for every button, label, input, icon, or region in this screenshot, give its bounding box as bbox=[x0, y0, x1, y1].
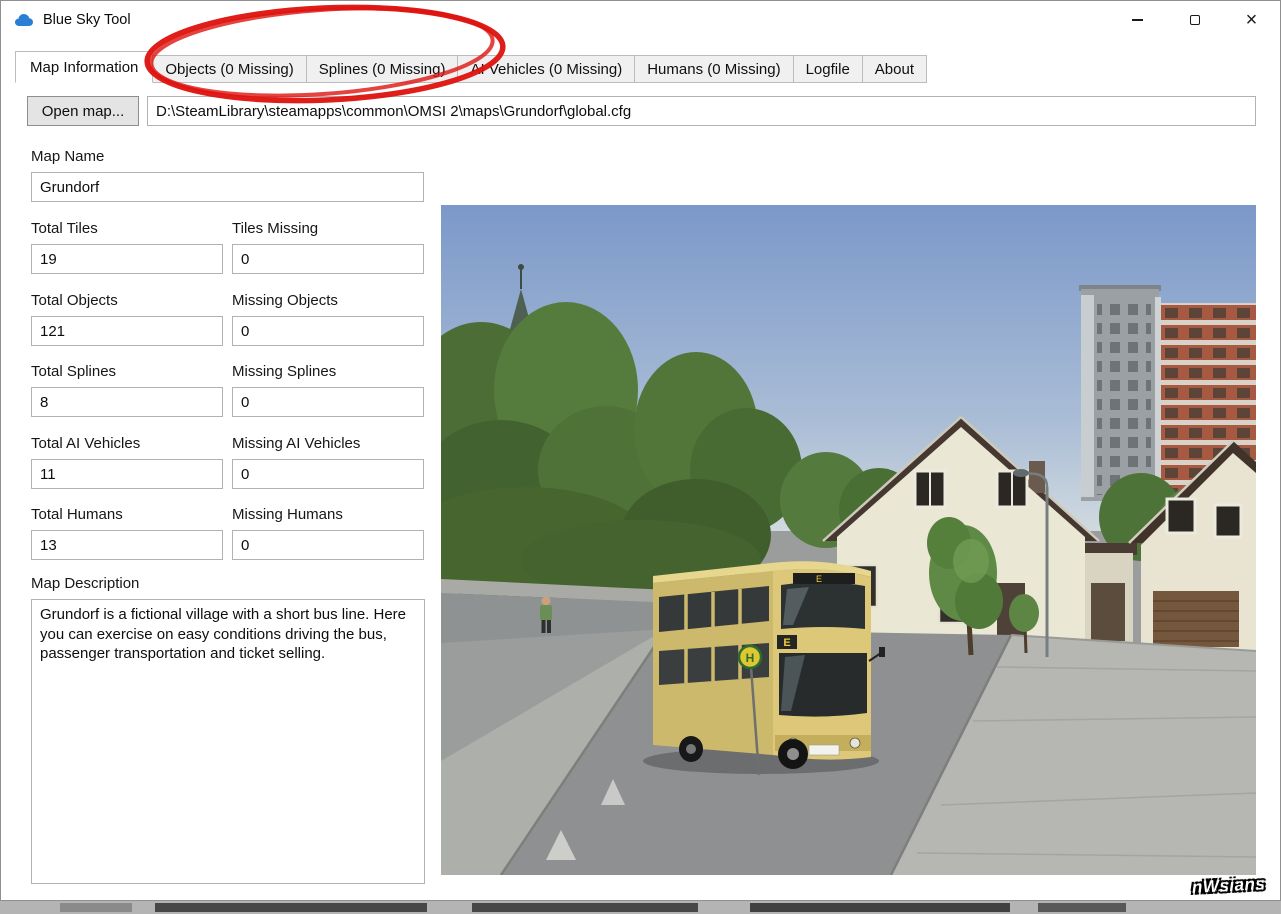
map-path-input[interactable] bbox=[147, 96, 1256, 126]
total-ai-vehicles-label: Total AI Vehicles bbox=[31, 435, 140, 452]
tab-objects[interactable]: Objects (0 Missing) bbox=[153, 55, 306, 83]
map-screenshot: E E H bbox=[441, 205, 1256, 875]
taskbar-segment bbox=[472, 903, 698, 912]
taskbar-segment bbox=[155, 903, 427, 912]
watermark: nWsians bbox=[1191, 874, 1265, 898]
taskbar-strip bbox=[0, 901, 1281, 914]
total-objects-input[interactable] bbox=[31, 316, 223, 346]
total-tiles-label: Total Tiles bbox=[31, 220, 98, 237]
total-ai-vehicles-input[interactable] bbox=[31, 459, 223, 489]
total-tiles-input[interactable] bbox=[31, 244, 223, 274]
maximize-button[interactable] bbox=[1166, 1, 1223, 39]
taskbar-segment bbox=[750, 903, 1010, 912]
missing-objects-input[interactable] bbox=[232, 316, 424, 346]
bus-destination-display: E bbox=[816, 574, 822, 584]
open-map-button[interactable]: Open map... bbox=[27, 96, 139, 126]
tab-bar: Map Information Objects (0 Missing) Spli… bbox=[15, 51, 927, 83]
window-controls: × bbox=[1109, 1, 1280, 39]
missing-humans-label: Missing Humans bbox=[232, 506, 343, 523]
map-description-label: Map Description bbox=[31, 575, 139, 592]
map-name-input[interactable] bbox=[31, 172, 424, 202]
tab-splines[interactable]: Splines (0 Missing) bbox=[307, 55, 459, 83]
missing-humans-input[interactable] bbox=[232, 530, 424, 560]
screenshot-root: Blue Sky Tool × Map Information Objects … bbox=[0, 0, 1281, 914]
tab-humans[interactable]: Humans (0 Missing) bbox=[635, 55, 793, 83]
map-name-label: Map Name bbox=[31, 148, 104, 165]
map-screenshot-scene: E E H bbox=[441, 205, 1256, 875]
tab-logfile[interactable]: Logfile bbox=[794, 55, 863, 83]
minimize-button[interactable] bbox=[1109, 1, 1166, 39]
window-title: Blue Sky Tool bbox=[43, 12, 131, 28]
missing-ai-vehicles-input[interactable] bbox=[232, 459, 424, 489]
total-humans-input[interactable] bbox=[31, 530, 223, 560]
missing-splines-label: Missing Splines bbox=[232, 363, 336, 380]
tab-ai-vehicles[interactable]: AI Vehicles (0 Missing) bbox=[458, 55, 635, 83]
taskbar-segment bbox=[60, 903, 132, 912]
bus-stop-sign: H bbox=[746, 651, 755, 665]
cloud-icon bbox=[14, 13, 34, 27]
total-objects-label: Total Objects bbox=[31, 292, 118, 309]
tiles-missing-input[interactable] bbox=[232, 244, 424, 274]
maximize-icon bbox=[1190, 15, 1200, 25]
missing-objects-label: Missing Objects bbox=[232, 292, 338, 309]
total-splines-input[interactable] bbox=[31, 387, 223, 417]
close-icon: × bbox=[1246, 10, 1258, 30]
tab-map-information[interactable]: Map Information bbox=[15, 51, 153, 83]
close-button[interactable]: × bbox=[1223, 1, 1280, 39]
taskbar-segment bbox=[1038, 903, 1126, 912]
bus-route-sign: E bbox=[783, 637, 790, 649]
tab-about[interactable]: About bbox=[863, 55, 927, 83]
total-splines-label: Total Splines bbox=[31, 363, 116, 380]
title-bar: Blue Sky Tool × bbox=[1, 1, 1280, 39]
missing-splines-input[interactable] bbox=[232, 387, 424, 417]
total-humans-label: Total Humans bbox=[31, 506, 123, 523]
app-window: Blue Sky Tool × Map Information Objects … bbox=[0, 0, 1281, 901]
minimize-icon bbox=[1132, 19, 1143, 20]
map-description-textarea[interactable]: Grundorf is a fictional village with a s… bbox=[31, 599, 425, 884]
missing-ai-vehicles-label: Missing AI Vehicles bbox=[232, 435, 360, 452]
tiles-missing-label: Tiles Missing bbox=[232, 220, 318, 237]
